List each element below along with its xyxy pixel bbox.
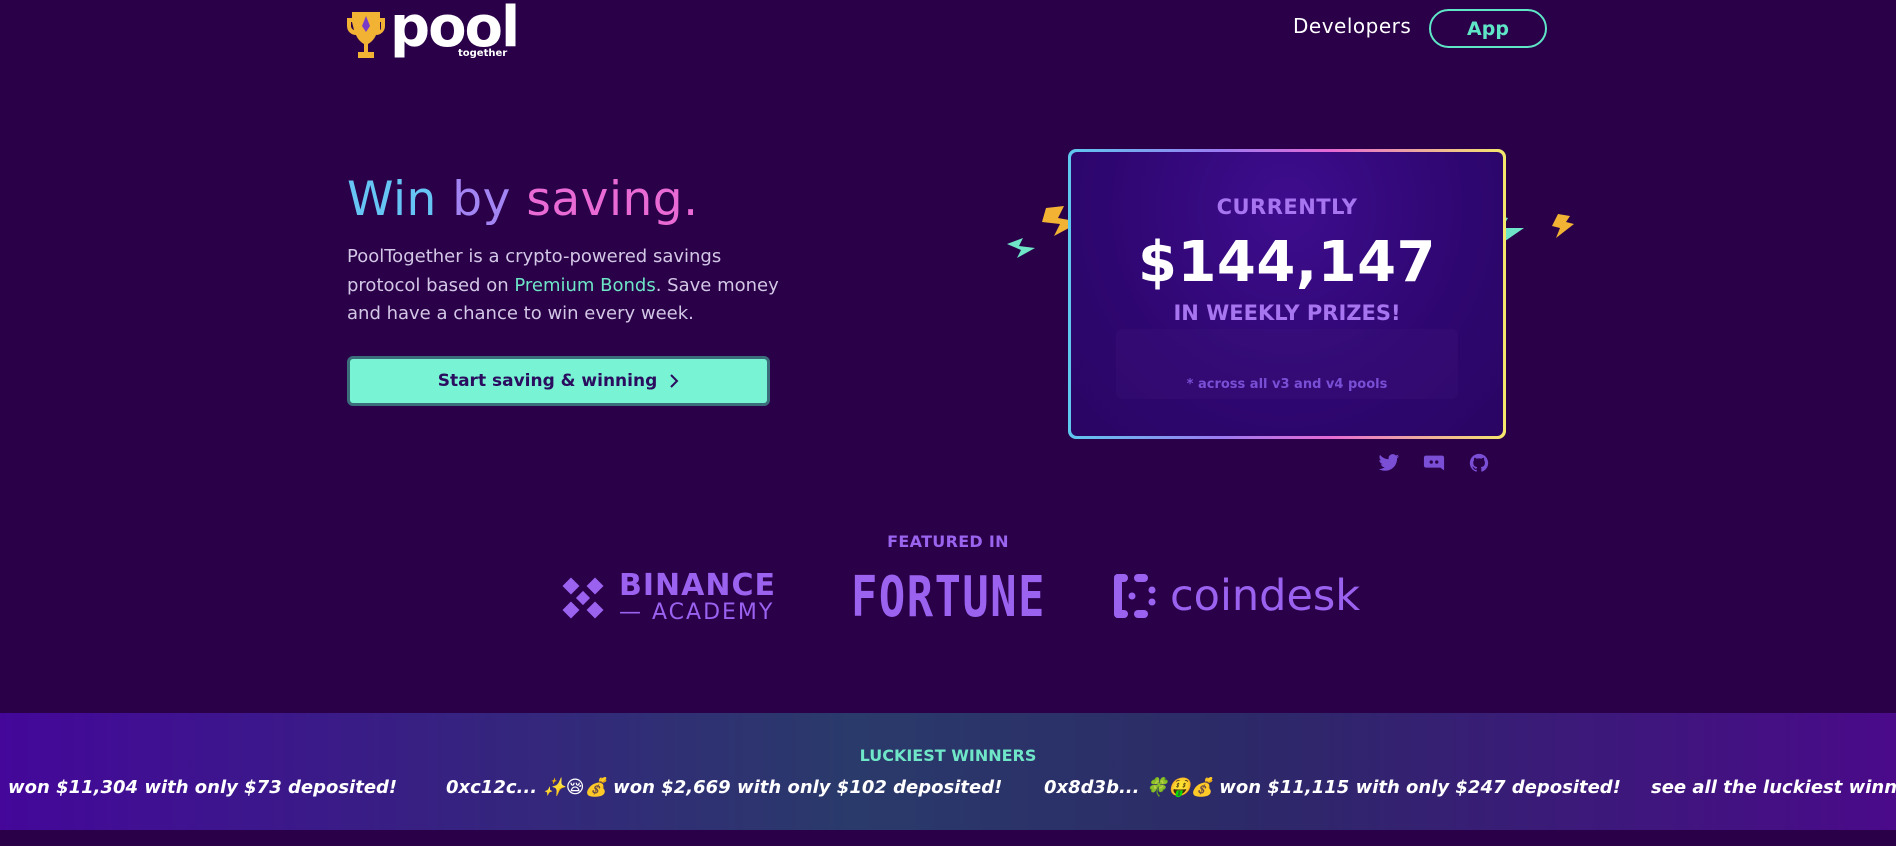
binance-line1: BINANCE: [619, 568, 776, 603]
hero-title-saving: saving.: [526, 172, 699, 227]
winner-item: 0xc12c... ✨😪💰 won $2,669 with only $102 …: [446, 777, 1003, 798]
prize-label-top: CURRENTLY: [1216, 195, 1358, 219]
nav-app-button[interactable]: App: [1429, 9, 1547, 48]
lightning-bolt-icon: [1552, 214, 1574, 238]
prize-amount: $144,147: [1137, 230, 1437, 295]
winners-title: LUCKIEST WINNERS: [859, 746, 1037, 765]
start-saving-label: Start saving & winning: [437, 371, 658, 391]
start-saving-button[interactable]: Start saving & winning: [347, 356, 770, 406]
binance-wordmark: BINANCE — ACADEMY: [619, 571, 776, 625]
hero-description: PoolTogether is a crypto-powered savings…: [347, 243, 797, 329]
prize-note: * across all v3 and v4 pools: [1186, 377, 1388, 392]
nav-developers-link[interactable]: Developers: [1293, 14, 1411, 38]
prize-label-bottom: IN WEEKLY PRIZES!: [1173, 301, 1401, 325]
binance-icon: [562, 577, 604, 619]
twitter-icon[interactable]: [1378, 453, 1400, 473]
hero-title-by: by: [452, 172, 511, 227]
winner-item: won $11,304 with only $73 deposited!: [8, 777, 398, 798]
pooltogether-logo[interactable]: pool together: [346, 0, 520, 62]
lightning-bolt-icon: [1007, 238, 1035, 258]
prize-card-inner: CURRENTLY $144,147 IN WEEKLY PRIZES! * a…: [1071, 152, 1503, 436]
premium-bonds-link[interactable]: Premium Bonds: [514, 275, 655, 296]
prize-card: CURRENTLY $144,147 IN WEEKLY PRIZES! * a…: [1068, 149, 1506, 439]
see-all-winners-link[interactable]: see all the luckiest winners: [1651, 777, 1896, 798]
hero-title: Win by saving.: [347, 172, 699, 228]
hero-title-win: Win: [347, 172, 437, 227]
featured-title: FEATURED IN: [887, 532, 1009, 551]
coindesk-icon: [1114, 574, 1156, 618]
social-links: [1378, 453, 1490, 473]
coindesk-wordmark: coindesk: [1170, 571, 1361, 621]
logo-subtext: together: [458, 48, 508, 59]
binance-line2: — ACADEMY: [619, 600, 775, 625]
binance-academy-logo[interactable]: BINANCE — ACADEMY: [557, 571, 776, 625]
luckiest-winners-banner: LUCKIEST WINNERS won $11,304 with only $…: [0, 713, 1896, 830]
discord-icon[interactable]: [1423, 453, 1445, 473]
coindesk-logo[interactable]: coindesk: [1112, 572, 1360, 620]
winner-item: 0x8d3b... 🍀🤑💰 won $11,115 with only $247…: [1044, 777, 1621, 798]
fortune-logo[interactable]: FORTUNE: [851, 570, 1046, 626]
github-icon[interactable]: [1468, 453, 1490, 473]
trophy-icon: [347, 12, 385, 58]
chevron-right-icon: [670, 374, 679, 388]
